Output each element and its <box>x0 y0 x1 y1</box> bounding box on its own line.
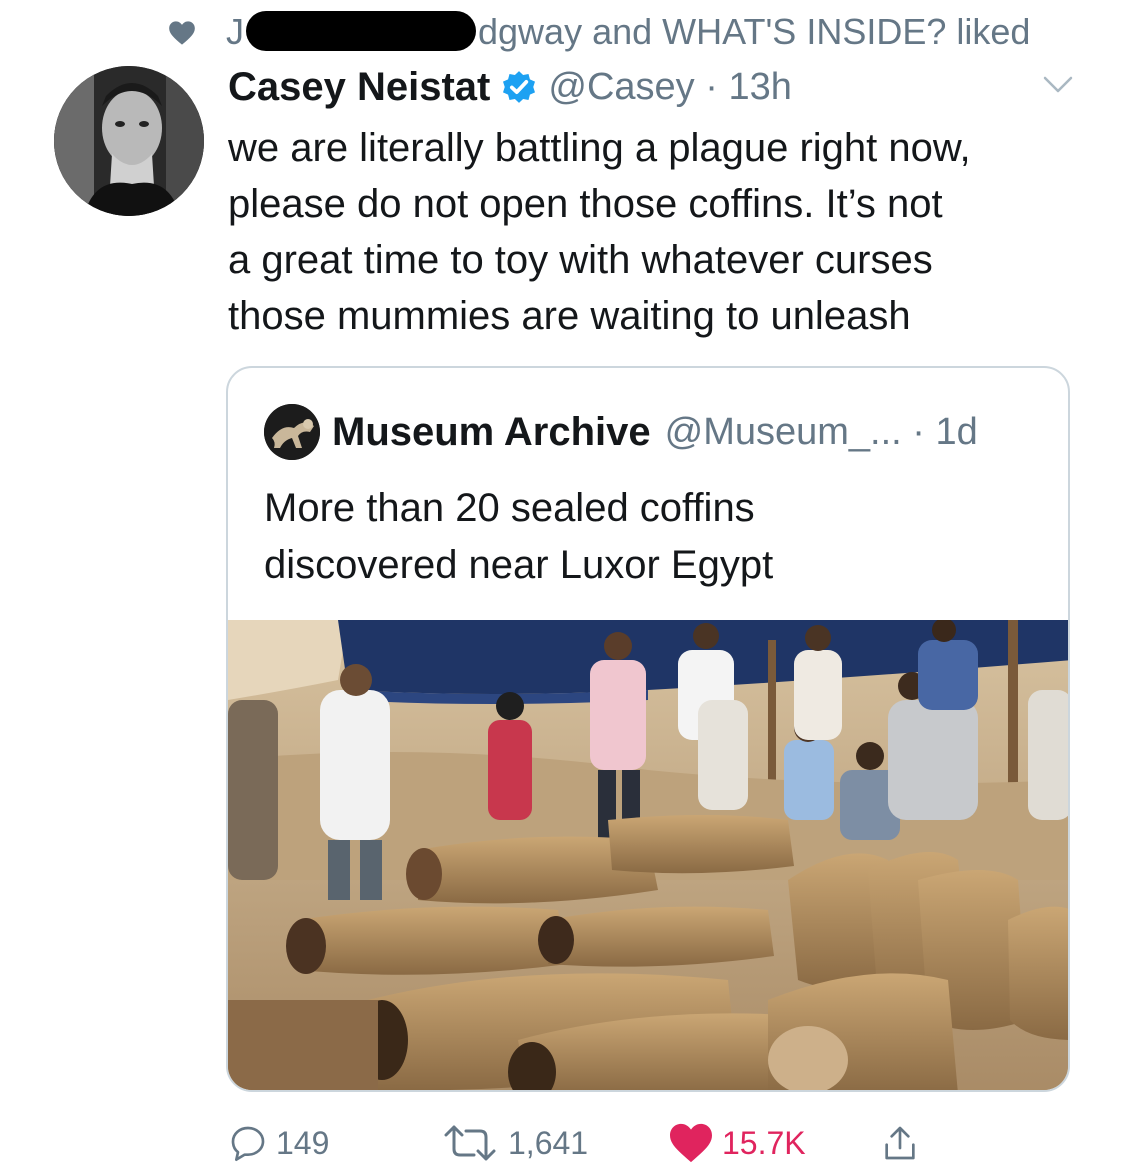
quote-time: 1d <box>935 410 978 453</box>
author-handle[interactable]: @Casey <box>548 66 694 108</box>
quote-author-handle[interactable]: @Museum_... <box>665 411 902 453</box>
chevron-down-icon[interactable] <box>1042 74 1074 96</box>
redacted-name <box>246 11 476 52</box>
social-context-prefix: J <box>226 11 244 52</box>
author-name[interactable]: Casey Neistat <box>228 65 490 110</box>
excavation-photo <box>228 618 1068 1090</box>
retweet-count: 1,641 <box>508 1124 589 1161</box>
quote-handle-time: @Museum_... · 1d <box>664 410 978 453</box>
social-context[interactable]: Jdgway and WHAT'S INSIDE? liked <box>226 8 1030 56</box>
heart-icon <box>169 21 195 45</box>
quote-text: More than 20 sealed coffins discovered n… <box>264 486 774 587</box>
avatar-photo <box>54 66 204 216</box>
quote-author-name[interactable]: Museum Archive <box>332 410 651 455</box>
retweet-icon <box>444 1125 496 1161</box>
tweet-header: Casey Neistat @Casey · 13h <box>228 62 792 112</box>
reply-count: 149 <box>276 1124 330 1161</box>
tweet-time[interactable]: 13h <box>728 66 791 108</box>
verified-badge-icon <box>503 71 536 103</box>
like-count: 15.7K <box>722 1124 806 1161</box>
tweet-text: we are literally battling a plague right… <box>228 126 971 338</box>
reply-icon <box>231 1126 265 1161</box>
share-icon <box>885 1126 915 1160</box>
quote-photo[interactable] <box>228 618 1068 1090</box>
avatar[interactable] <box>54 66 204 216</box>
quote-header: Museum Archive @Museum_... · 1d <box>332 404 978 460</box>
skeleton-logo-icon <box>264 404 320 460</box>
handle-time: @Casey · 13h <box>548 65 792 108</box>
social-context-suffix: dgway and WHAT'S INSIDE? liked <box>478 11 1031 52</box>
quote-avatar <box>264 404 320 460</box>
heart-filled-icon <box>670 1123 712 1163</box>
quote-tweet-card[interactable]: Museum Archive @Museum_... · 1d More tha… <box>226 366 1070 1092</box>
